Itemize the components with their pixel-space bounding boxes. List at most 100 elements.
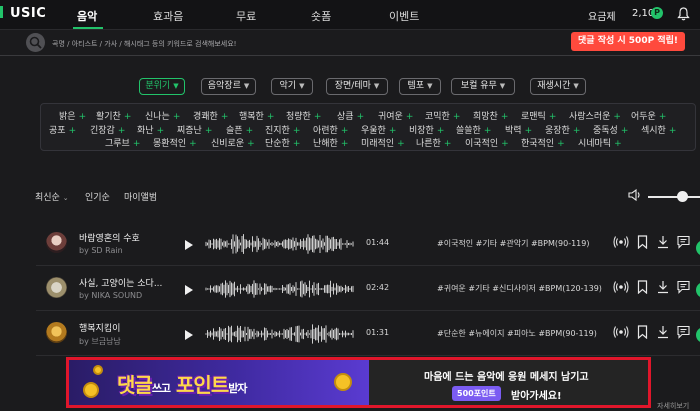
bookmark-icon[interactable]	[637, 234, 648, 253]
filter-tempo[interactable]: 템포 ▼	[399, 78, 441, 95]
play-icon[interactable]	[184, 326, 194, 345]
nav-events[interactable]: 이벤트	[389, 8, 419, 24]
mood-tag[interactable]: 화난 +	[137, 123, 164, 136]
volume-slider-handle[interactable]	[677, 191, 688, 202]
mood-tag[interactable]: 박력 +	[505, 123, 532, 136]
coin-icon	[93, 365, 103, 375]
volume-icon[interactable]	[628, 187, 642, 206]
filter-label: 장면/테마	[334, 81, 371, 91]
nav-shortform[interactable]: 숏폼	[311, 8, 331, 24]
mood-tag[interactable]: 한국적인 +	[521, 136, 565, 149]
mood-tag[interactable]: 로맨틱 +	[521, 109, 556, 122]
mood-tag[interactable]: 긴장감 +	[90, 123, 125, 136]
mood-tag[interactable]: 섹시한 +	[641, 123, 676, 136]
mood-tag[interactable]: 슬픈 +	[226, 123, 253, 136]
nav-free[interactable]: 무료	[236, 8, 256, 24]
mood-tag[interactable]: 코믹한 +	[425, 109, 460, 122]
track-artist[interactable]: by NIKA SOUND	[79, 291, 142, 300]
mood-tag[interactable]: 사랑스러운 +	[569, 109, 621, 122]
comment-points-banner[interactable]: 댓글쓰고 포인트받자 마음에 드는 음악에 응원 메세지 남기고 500포인트 …	[66, 357, 651, 408]
mood-tag[interactable]: 상큼 +	[337, 109, 364, 122]
track-tags[interactable]: #단순한 #뉴에이지 #피아노 #BPM(90-119)	[437, 328, 597, 339]
waveform[interactable]	[205, 277, 355, 301]
track-title[interactable]: 바람영혼의 수호	[79, 231, 140, 244]
play-icon[interactable]	[184, 236, 194, 255]
mood-tag[interactable]: 그루브 +	[105, 136, 140, 149]
mood-tag[interactable]: 공포 +	[49, 123, 76, 136]
mood-tag[interactable]: 찌증난 +	[177, 123, 212, 136]
track-row[interactable]: 바람영혼의 수호 by SD Rain 01:44 #이국적인 #기타 #관악기…	[36, 222, 700, 266]
track-title[interactable]: 행복지킴이	[79, 321, 120, 334]
mood-tag[interactable]: 웅장한 +	[545, 123, 580, 136]
mood-tag[interactable]: 청량한 +	[286, 109, 321, 122]
mood-tag-panel: 밝은 + 활기찬 + 신나는 + 경쾌한 + 행복한 + 청량한 + 상큼 + 귀여운 + 코믹…	[40, 103, 696, 151]
mood-tag[interactable]: 단순한 +	[265, 136, 300, 149]
nav-music[interactable]: 음악	[77, 8, 97, 24]
mood-tag[interactable]: 중독성 +	[593, 123, 628, 136]
track-tags[interactable]: #이국적인 #기타 #관악기 #BPM(90-119)	[437, 238, 589, 249]
track-row[interactable]: 사실, 고양이는 소다... by NIKA SOUND 02:42 #귀여운 …	[36, 267, 700, 311]
mood-tag[interactable]: 이국적인 +	[465, 136, 509, 149]
mood-tag[interactable]: 행복한 +	[239, 109, 274, 122]
radio-similar-icon[interactable]	[613, 324, 629, 343]
mood-tag[interactable]: 난해한 +	[313, 136, 348, 149]
filter-scene-theme[interactable]: 장면/테마 ▼	[326, 78, 388, 95]
waveform[interactable]	[205, 232, 355, 256]
comment-icon[interactable]	[677, 324, 690, 343]
mood-tag[interactable]: 몽환적인 +	[153, 136, 197, 149]
sort-latest[interactable]: 최신순 ⌄	[35, 190, 69, 203]
filter-duration[interactable]: 재생시간 ▼	[530, 78, 586, 95]
volume-slider[interactable]	[648, 196, 700, 198]
search-input[interactable]: 곡명 / 아티스트 / 가사 / 해시태그 등의 키워드로 검색해보세요!	[52, 39, 236, 49]
mood-tag[interactable]: 밝은 +	[59, 109, 86, 122]
track-artist[interactable]: by SD Rain	[79, 246, 123, 255]
waveform[interactable]	[205, 322, 355, 346]
track-tags[interactable]: #귀여운 #기타 #신디사이저 #BPM(120-139)	[437, 283, 602, 294]
radio-similar-icon[interactable]	[613, 279, 629, 298]
track-artist[interactable]: by 브금남남	[79, 336, 121, 347]
nav-sound-effects[interactable]: 효과음	[153, 8, 183, 24]
chevron-down-icon: ▼	[299, 82, 305, 90]
download-icon[interactable]	[657, 279, 669, 298]
filter-instrument[interactable]: 악기 ▼	[271, 78, 313, 95]
bell-icon[interactable]	[677, 6, 690, 25]
mood-tag[interactable]: 비장한 +	[409, 123, 444, 136]
mood-tag[interactable]: 어두운 +	[631, 109, 666, 122]
comment-promo-badge[interactable]: 댓글 작성 시 500P 적립!	[571, 32, 685, 51]
filter-mood[interactable]: 분위기 ▼	[139, 78, 185, 95]
download-icon[interactable]	[657, 324, 669, 343]
filter-label: 재생시간	[537, 81, 571, 91]
track-row[interactable]: 행복지킴이 by 브금남남 01:31 #단순한 #뉴에이지 #피아노 #BPM…	[36, 312, 700, 356]
download-icon[interactable]	[657, 234, 669, 253]
filter-label: 템포	[407, 81, 425, 91]
comment-icon[interactable]	[677, 279, 690, 298]
sort-my-album[interactable]: 마이앨범	[124, 190, 157, 203]
radio-similar-icon[interactable]	[613, 234, 629, 253]
mood-tag[interactable]: 경쾌한 +	[193, 109, 228, 122]
comment-icon[interactable]	[677, 234, 690, 253]
sort-popular[interactable]: 인기순	[85, 190, 110, 203]
play-icon[interactable]	[184, 281, 194, 300]
filter-genre[interactable]: 음악장르 ▼	[201, 78, 256, 95]
more-link[interactable]: 자세히보기	[657, 401, 689, 411]
mood-tag[interactable]: 귀여운 +	[378, 109, 413, 122]
filter-vocal[interactable]: 보컬 유무 ▼	[451, 78, 515, 95]
mood-tag[interactable]: 신나는 +	[145, 109, 180, 122]
mood-tag[interactable]: 신비로운 +	[211, 136, 255, 149]
mood-tag[interactable]: 아련한 +	[313, 123, 348, 136]
logo-mark-icon	[0, 6, 8, 18]
search-button[interactable]	[26, 33, 45, 52]
mood-tag[interactable]: 진지한 +	[265, 123, 300, 136]
mood-tag[interactable]: 희망찬 +	[473, 109, 508, 122]
mood-tag[interactable]: 쓸쓸한 +	[456, 123, 491, 136]
mood-tag[interactable]: 나른한 +	[416, 136, 451, 149]
pricing-link[interactable]: 요금제	[588, 8, 616, 23]
bookmark-icon[interactable]	[637, 279, 648, 298]
bookmark-icon[interactable]	[637, 324, 648, 343]
mood-tag[interactable]: 활기찬 +	[96, 109, 131, 122]
track-title[interactable]: 사실, 고양이는 소다...	[79, 276, 162, 289]
mood-tag[interactable]: 우울한 +	[361, 123, 396, 136]
logo[interactable]: USIC	[0, 6, 46, 21]
mood-tag[interactable]: 시네마틱 +	[578, 136, 622, 149]
mood-tag[interactable]: 미래적인 +	[361, 136, 405, 149]
